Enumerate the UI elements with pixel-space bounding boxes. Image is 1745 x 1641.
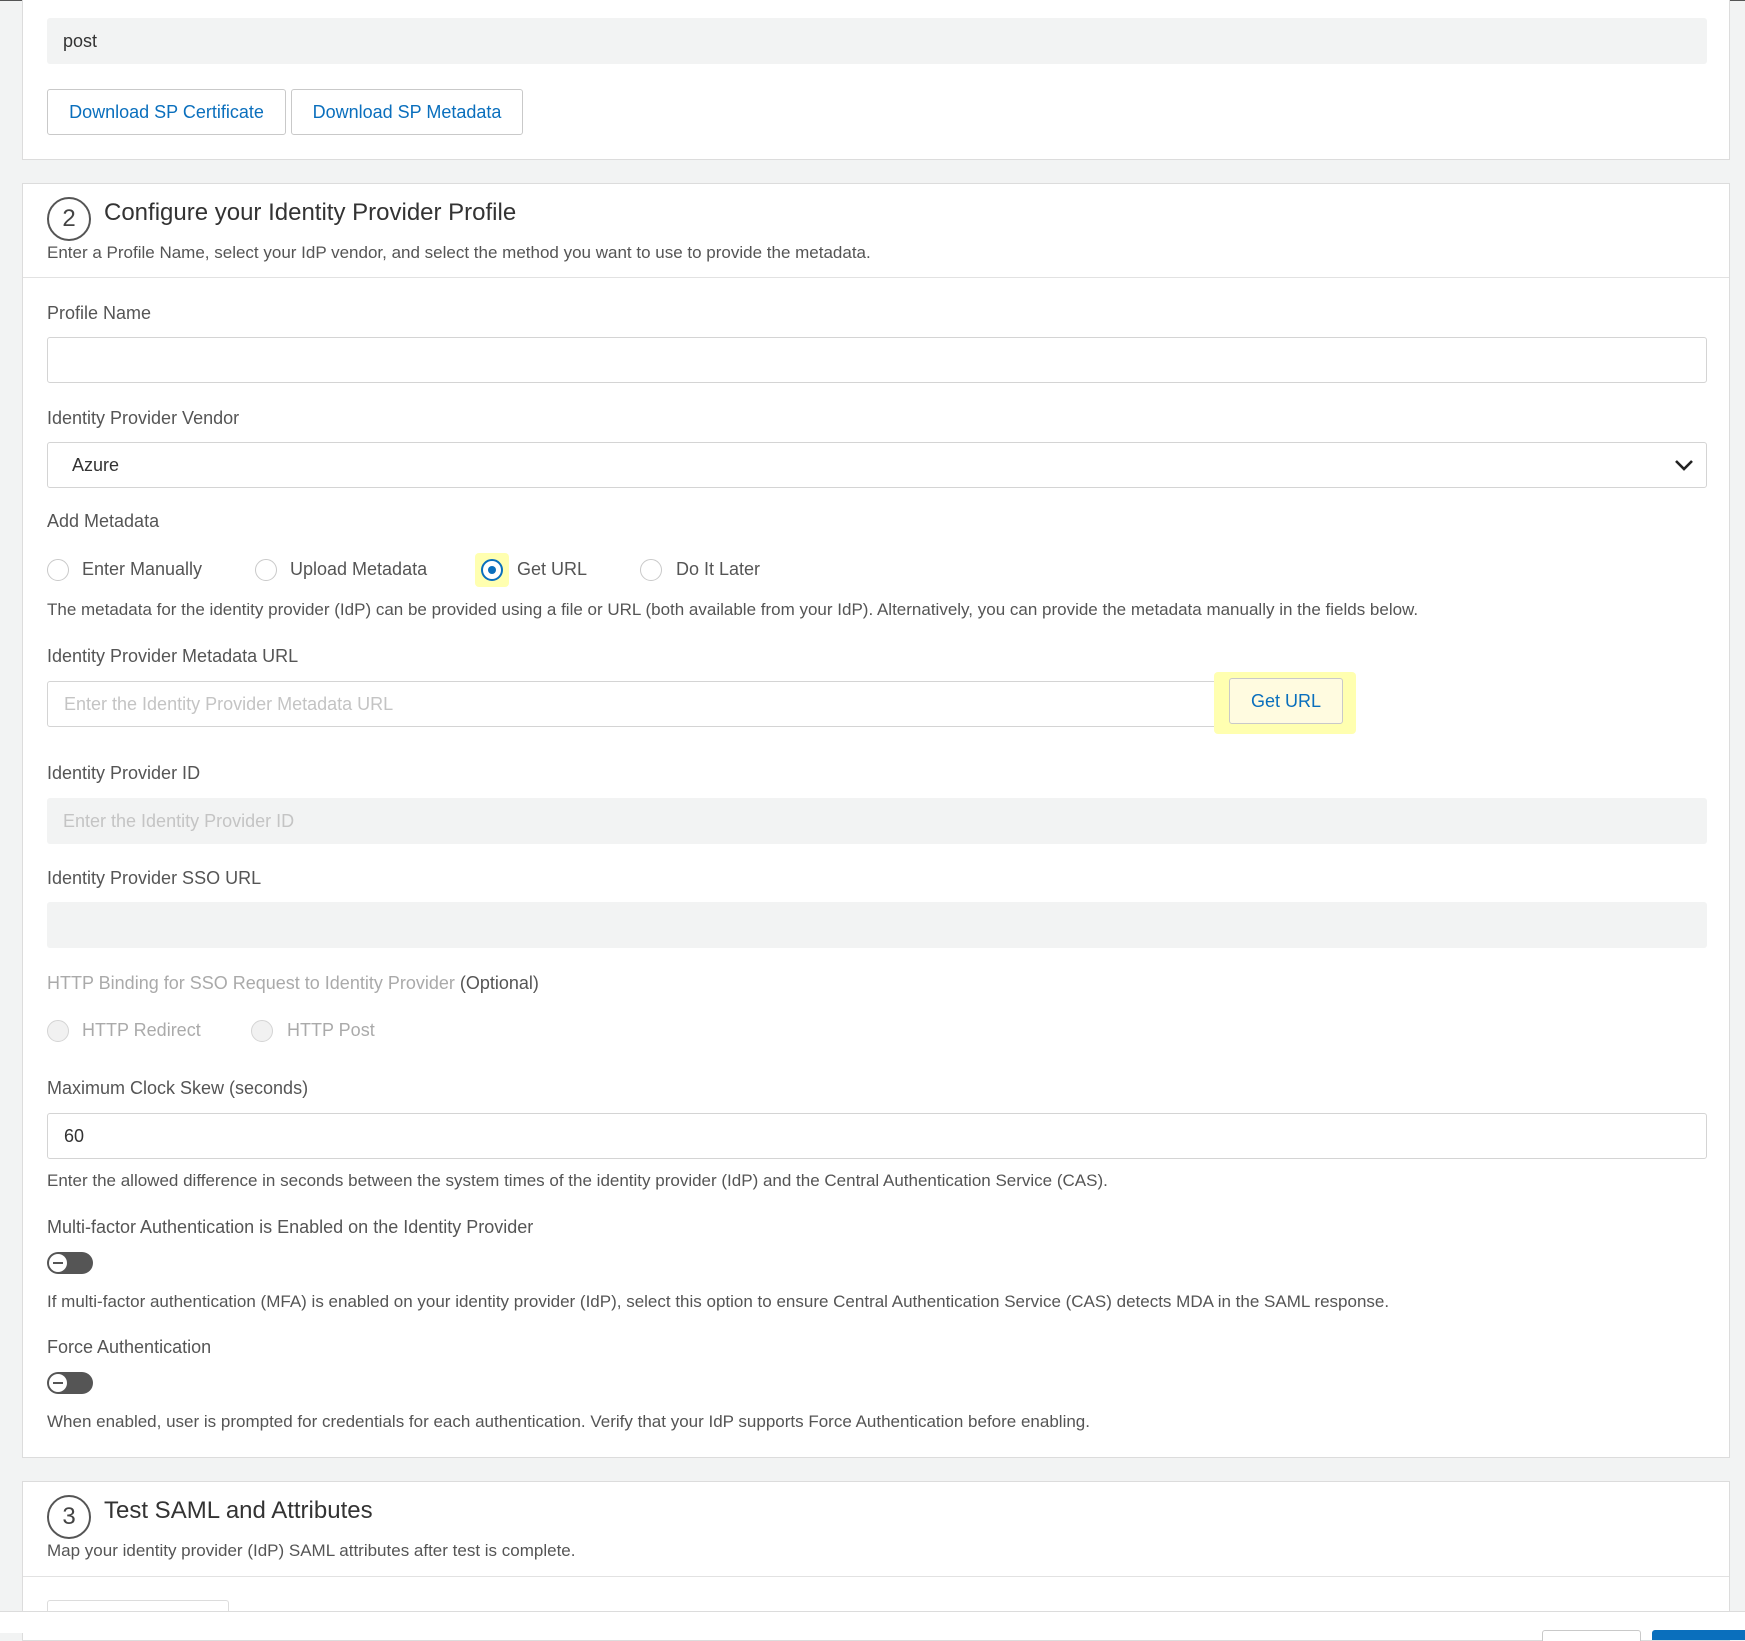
step-number-circle: 3 — [47, 1495, 91, 1539]
radio-enter-manually[interactable] — [47, 559, 69, 581]
radio-do-it-later[interactable] — [640, 559, 662, 581]
force-auth-help: When enabled, user is prompted for crede… — [47, 1412, 1090, 1431]
vendor-selected-value: Azure — [72, 455, 120, 475]
idp-id-label: Identity Provider ID — [47, 763, 201, 783]
profile-name-label: Profile Name — [47, 303, 152, 323]
section-divider — [23, 1576, 1729, 1577]
clock-skew-label: Maximum Clock Skew (seconds) — [47, 1078, 309, 1098]
vendor-select[interactable]: Azure — [47, 442, 1707, 488]
saml-binding-field: post — [47, 18, 1707, 64]
download-sp-certificate-button[interactable]: Download SP Certificate — [47, 89, 286, 135]
step-number-circle: 2 — [47, 197, 91, 241]
http-binding-label-text: HTTP Binding for SSO Request to Identity… — [47, 973, 455, 993]
radio-do-it-later-label: Do It Later — [676, 559, 761, 579]
metadata-url-placeholder: Enter the Identity Provider Metadata URL — [64, 694, 394, 714]
radio-get-url-label: Get URL — [517, 559, 588, 579]
section-divider — [23, 277, 1729, 278]
chevron-down-icon — [1675, 460, 1693, 471]
metadata-url-input[interactable]: Enter the Identity Provider Metadata URL — [47, 681, 1217, 727]
radio-http-post[interactable] — [251, 1020, 273, 1042]
sso-url-input[interactable] — [47, 902, 1707, 948]
clock-skew-input[interactable]: 60 — [47, 1113, 1707, 1159]
http-binding-optional: (Optional) — [459, 973, 539, 993]
radio-upload-metadata[interactable] — [255, 559, 277, 581]
sp-details-card: post Download SP Certificate Download SP… — [22, 0, 1730, 160]
add-metadata-label: Add Metadata — [47, 511, 160, 531]
idp-id-input[interactable]: Enter the Identity Provider ID — [47, 798, 1707, 844]
add-metadata-help: The metadata for the identity provider (… — [47, 600, 1419, 619]
section-title: Configure your Identity Provider Profile — [104, 199, 517, 226]
section-description: Map your identity provider (IdP) SAML at… — [47, 1541, 576, 1560]
vendor-label: Identity Provider Vendor — [47, 408, 240, 428]
metadata-url-label: Identity Provider Metadata URL — [47, 646, 299, 666]
download-sp-metadata-button[interactable]: Download SP Metadata — [291, 89, 523, 135]
toggle-off-icon — [49, 1254, 67, 1272]
radio-http-redirect[interactable] — [47, 1020, 69, 1042]
sso-url-label: Identity Provider SSO URL — [47, 868, 262, 888]
mfa-toggle[interactable] — [47, 1252, 93, 1274]
section-title: Test SAML and Attributes — [104, 1497, 373, 1524]
radio-http-redirect-label: HTTP Redirect — [82, 1020, 201, 1040]
mfa-label: Multi-factor Authentication is Enabled o… — [47, 1217, 534, 1237]
get-url-button[interactable]: Get URL — [1229, 678, 1343, 724]
radio-enter-manually-label: Enter Manually — [82, 559, 203, 579]
configure-idp-card: 2 Configure your Identity Provider Profi… — [22, 183, 1730, 1458]
radio-get-url[interactable] — [481, 559, 503, 581]
radio-upload-metadata-label: Upload Metadata — [290, 559, 428, 579]
force-auth-label: Force Authentication — [47, 1337, 212, 1357]
footer-bar — [0, 1611, 1745, 1641]
toggle-off-icon — [49, 1374, 67, 1392]
mfa-help: If multi-factor authentication (MFA) is … — [47, 1292, 1390, 1311]
force-auth-toggle[interactable] — [47, 1372, 93, 1394]
radio-http-post-label: HTTP Post — [287, 1020, 375, 1040]
clock-skew-help: Enter the allowed difference in seconds … — [47, 1171, 1108, 1190]
http-binding-label: HTTP Binding for SSO Request to Identity… — [47, 973, 539, 994]
section-description: Enter a Profile Name, select your IdP ve… — [47, 243, 871, 262]
profile-name-input[interactable] — [47, 337, 1707, 383]
